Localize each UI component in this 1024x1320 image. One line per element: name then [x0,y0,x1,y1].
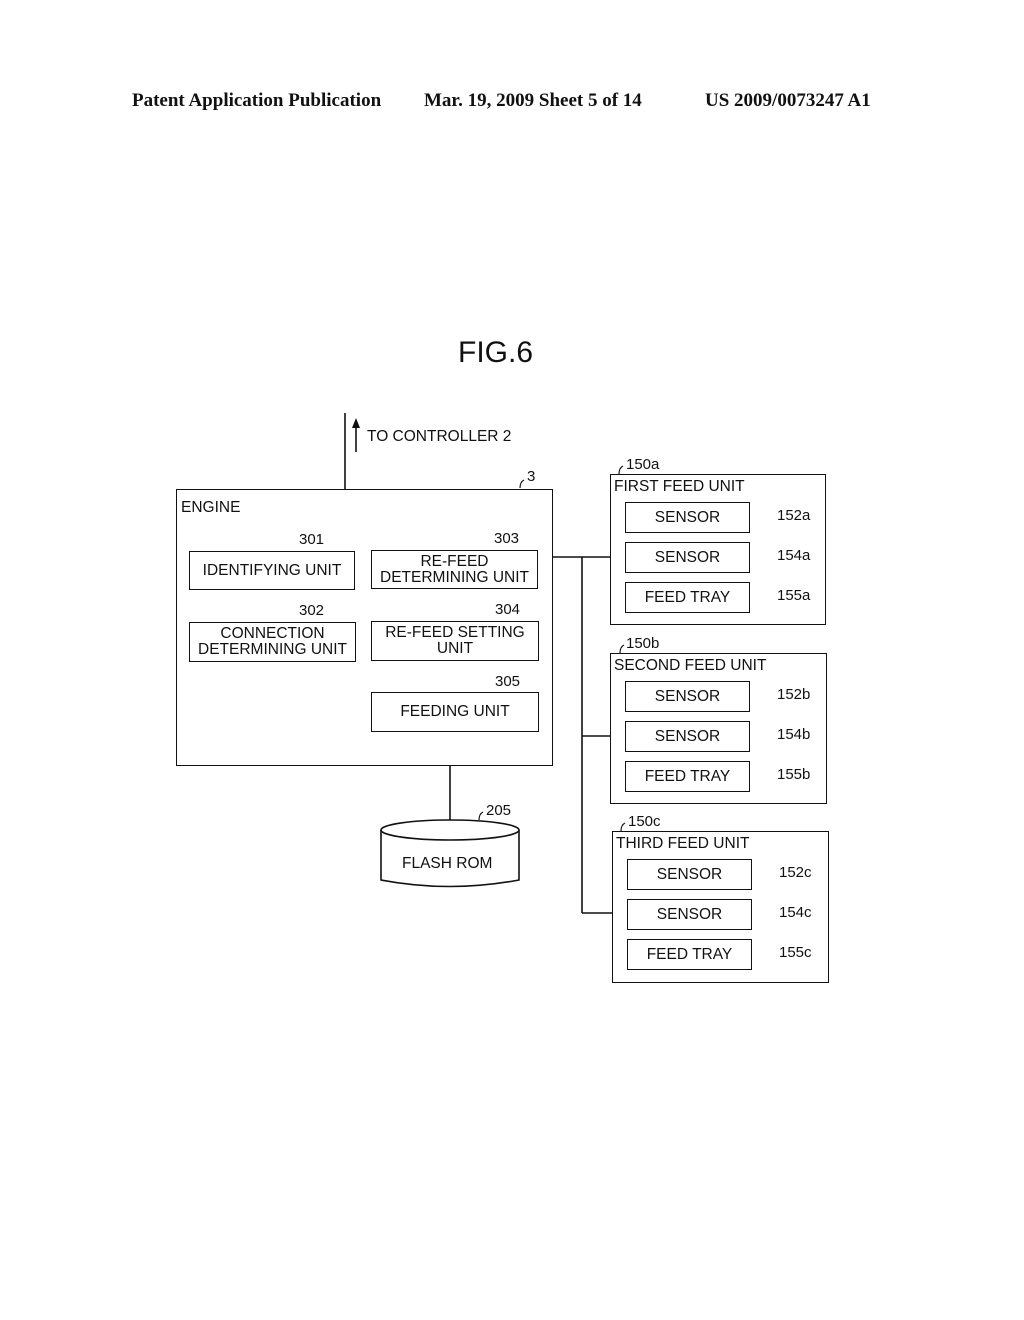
publication-label: Patent Application Publication [132,90,382,111]
feed-item-ref: 155b [777,766,811,783]
feed-item-ref: 154a [777,547,811,564]
re-feed-setting-unit-line1: RE-FEED SETTING [385,624,525,641]
ref-hook-150c [620,822,626,832]
re-feed-determining-unit-line2: DETERMINING UNIT [380,568,529,586]
sensor-box: SENSOR [627,859,752,890]
sensor-box: SENSOR [625,542,750,573]
feed-item-label: FEED TRAY [646,945,733,963]
engine-label: ENGINE [181,499,241,516]
feed-tray-box: FEED TRAY [627,939,752,970]
feed-unit-ref: 150a [626,456,660,473]
connection-determining-unit-line1: CONNECTION [220,625,325,642]
feed-unit-ref: 150b [626,635,660,652]
feed-unit-ref: 150c [628,813,661,830]
to-controller-label: TO CONTROLLER 2 [367,428,512,445]
ref-hook-150b [619,644,625,654]
flash-rom-ref: 205 [486,802,512,819]
ref-hook-3 [519,479,525,489]
feed-item-label: SENSOR [656,865,723,883]
re-feed-setting-unit: RE-FEED SETTING UNIT [371,621,539,661]
re-feed-determining-unit-line1: RE-FEED [420,552,489,570]
feed-item-ref: 154c [779,904,812,921]
feed-item-ref: 152c [779,864,812,881]
feed-item-label: FEED TRAY [644,588,731,606]
feed-item-ref: 155a [777,587,811,604]
re-feed-setting-unit-ref: 304 [495,601,521,618]
feed-item-label: SENSOR [654,548,721,566]
feed-unit-label: THIRD FEED UNIT [616,835,750,852]
flash-rom-cylinder [380,819,520,888]
re-feed-setting-unit-line2: UNIT [436,640,474,657]
connection-determining-unit-ref: 302 [299,602,325,619]
sensor-box: SENSOR [627,899,752,930]
feed-item-label: SENSOR [656,905,723,923]
feed-item-ref: 155c [779,944,812,961]
re-feed-determining-unit-ref: 303 [494,530,520,547]
identifying-unit: IDENTIFYING UNIT [189,551,355,590]
feed-unit-label: SECOND FEED UNIT [614,657,767,674]
identifying-unit-label: IDENTIFYING UNIT [202,561,342,579]
patent-number: US 2009/0073247 A1 [705,90,871,111]
flash-rom-label: FLASH ROM [402,855,493,872]
sensor-box: SENSOR [625,721,750,752]
feeding-unit: FEEDING UNIT [371,692,539,732]
feed-unit-label: FIRST FEED UNIT [614,478,745,495]
engine-ref: 3 [527,468,536,485]
figure-title: FIG.6 [458,336,534,369]
arrow-head-icon [352,418,360,428]
connection-determining-unit-line2: DETERMINING UNIT [198,641,347,658]
identifying-unit-ref: 301 [299,531,325,548]
feed-item-ref: 152b [777,686,811,703]
feed-item-ref: 154b [777,726,811,743]
date-sheet-label: Mar. 19, 2009 Sheet 5 of 14 [424,90,642,111]
connection-determining-unit: CONNECTION DETERMINING UNIT [189,622,356,662]
ref-hook-150a [618,465,624,475]
sensor-box: SENSOR [625,502,750,533]
feed-tray-box: FEED TRAY [625,582,750,613]
feed-tray-box: FEED TRAY [625,761,750,792]
sensor-box: SENSOR [625,681,750,712]
feed-item-label: FEED TRAY [644,767,731,785]
feed-item-ref: 152a [777,507,811,524]
feeding-unit-label: FEEDING UNIT [400,703,510,720]
ref-hook-205 [478,811,484,821]
feed-item-label: SENSOR [654,687,721,705]
feeding-unit-ref: 305 [495,673,521,690]
feed-item-label: SENSOR [654,508,721,526]
feed-item-label: SENSOR [654,727,721,745]
re-feed-determining-unit: RE-FEED DETERMINING UNIT [371,550,538,589]
